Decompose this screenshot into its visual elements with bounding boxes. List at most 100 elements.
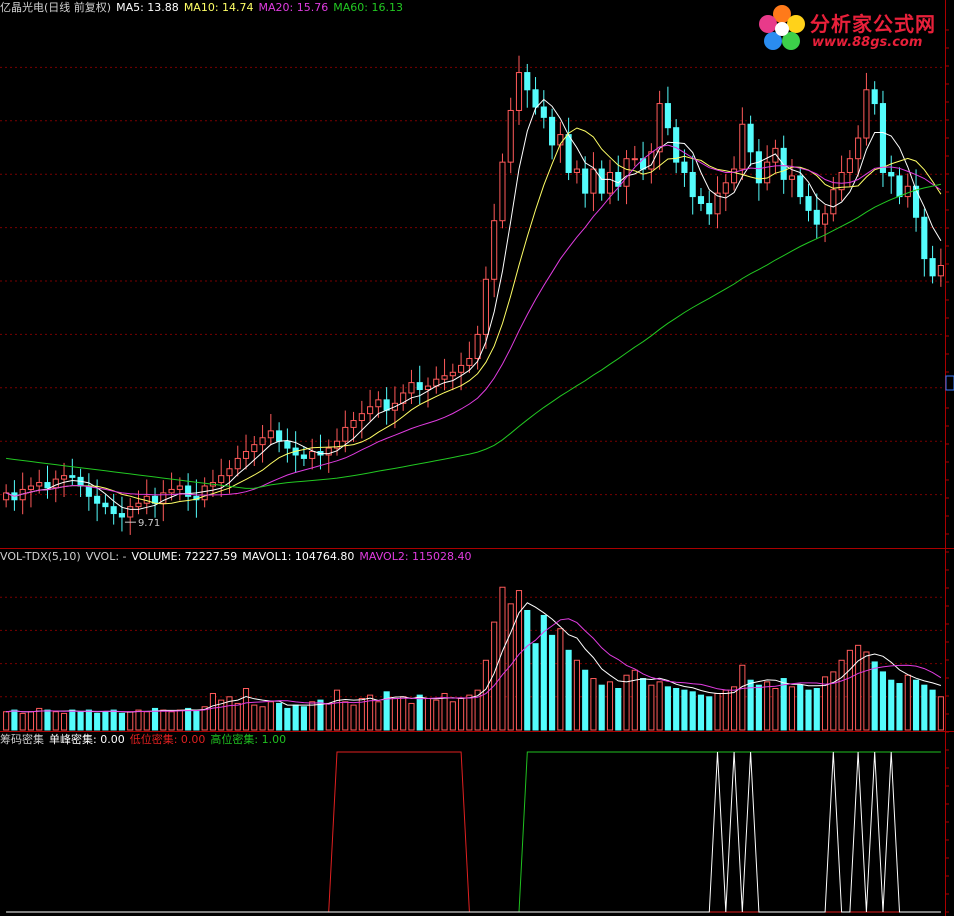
volume-bar [780, 678, 787, 731]
ma5-line [5, 98, 942, 510]
candle-body [135, 502, 142, 508]
chart-canvas[interactable]: 9.71 [0, 0, 954, 916]
candle-body [921, 216, 928, 260]
volume-bar [185, 707, 192, 731]
volume-bar [292, 704, 299, 731]
candle-body [598, 168, 605, 194]
candle-body [656, 103, 663, 153]
candle-body [747, 123, 754, 153]
volume-bar [929, 689, 936, 731]
volume-bar [722, 689, 729, 731]
volume-bar [27, 711, 35, 731]
candle-body [780, 147, 787, 180]
candle-body [85, 485, 92, 497]
candle-body [466, 358, 473, 366]
candle-body [300, 454, 307, 459]
candle-body [267, 430, 274, 439]
candle-body [722, 182, 729, 194]
mavol2-label: MAVOL2: 115028.40 [359, 550, 472, 563]
candle-body [871, 89, 878, 105]
volume-bar [673, 688, 680, 731]
volume-bar [532, 643, 539, 731]
volume-bar [805, 689, 812, 731]
volume-bar [590, 678, 597, 731]
volume-bar [565, 649, 572, 731]
volume-bar [863, 651, 870, 731]
volume-bar [325, 702, 332, 731]
candle-body [797, 175, 804, 198]
site-logo: 分析家公式网 www.88gs.com [756, 2, 952, 54]
candle-body [855, 137, 862, 160]
volume-bar [118, 712, 126, 731]
candle-body [94, 495, 101, 504]
volume-bar [276, 702, 283, 731]
candle-body [863, 89, 870, 139]
candle-body [367, 406, 374, 415]
candle-body [251, 444, 258, 453]
volume-bar [714, 692, 721, 731]
volume-bar [648, 684, 655, 731]
volume-bar [482, 659, 489, 731]
candle-body [27, 485, 35, 490]
volume-bar [251, 704, 258, 731]
volume-bar [383, 691, 390, 731]
volume-bar [160, 709, 167, 731]
volume-bar [94, 712, 101, 731]
candle-body [937, 264, 944, 277]
candle-body [830, 189, 837, 215]
candle-body [491, 220, 498, 280]
logo-url: www.88gs.com [812, 35, 923, 50]
volume-bar [267, 701, 274, 731]
candle-body [118, 513, 126, 518]
candle-body [499, 161, 506, 222]
candle-body [673, 127, 680, 163]
volume-bar [549, 634, 556, 731]
vol-title: VOL-TDX(5,10) [0, 550, 81, 563]
candle-body [896, 175, 903, 198]
volume-bar [706, 696, 713, 731]
candle-body [110, 506, 117, 515]
volume-bar [127, 711, 134, 731]
candle-body [631, 158, 638, 161]
mavol1-label: MAVOL1: 104764.80 [242, 550, 355, 563]
volume-bar [143, 711, 150, 731]
ma10-label: MA10: 14.74 [183, 1, 254, 14]
flower-logo-icon [759, 5, 805, 50]
candle-body [309, 451, 316, 459]
volume-bar [3, 711, 10, 731]
volume-bar [582, 669, 589, 731]
candle-body [821, 213, 829, 225]
volume-bar [259, 706, 266, 731]
single-peak-label: 单峰密集: 0.00 [49, 733, 125, 746]
volume-bar [739, 664, 746, 731]
candle-body [904, 185, 911, 198]
volume-bar [755, 684, 762, 731]
high-density-label: 高位密集: 1.00 [210, 733, 287, 746]
candle-body [284, 440, 291, 449]
candle-body [879, 103, 887, 173]
candle-body [706, 202, 713, 215]
volume-bar [433, 699, 440, 731]
candle-body [846, 158, 853, 173]
volume-bar [904, 674, 911, 731]
candle-body [441, 375, 448, 380]
volume-bar [606, 681, 614, 731]
candle-body [731, 168, 738, 184]
volume-bar [557, 628, 564, 731]
candle-body [764, 161, 771, 184]
volume-bar [689, 691, 696, 731]
candle-body [615, 171, 622, 187]
stock-title: 亿晶光电(日线 前复权) [0, 1, 112, 14]
candle-body [664, 103, 671, 129]
price-marker [945, 375, 954, 391]
volume-bar [135, 709, 142, 731]
volume-bar [193, 709, 200, 731]
volume-bar [664, 686, 671, 731]
candle-body [813, 209, 820, 225]
volume-bar [879, 671, 887, 731]
volume-bar [524, 609, 531, 731]
volume-bar [871, 661, 878, 731]
volume-bar [358, 697, 365, 731]
candle-body [739, 123, 746, 170]
volume-bar [846, 649, 853, 731]
